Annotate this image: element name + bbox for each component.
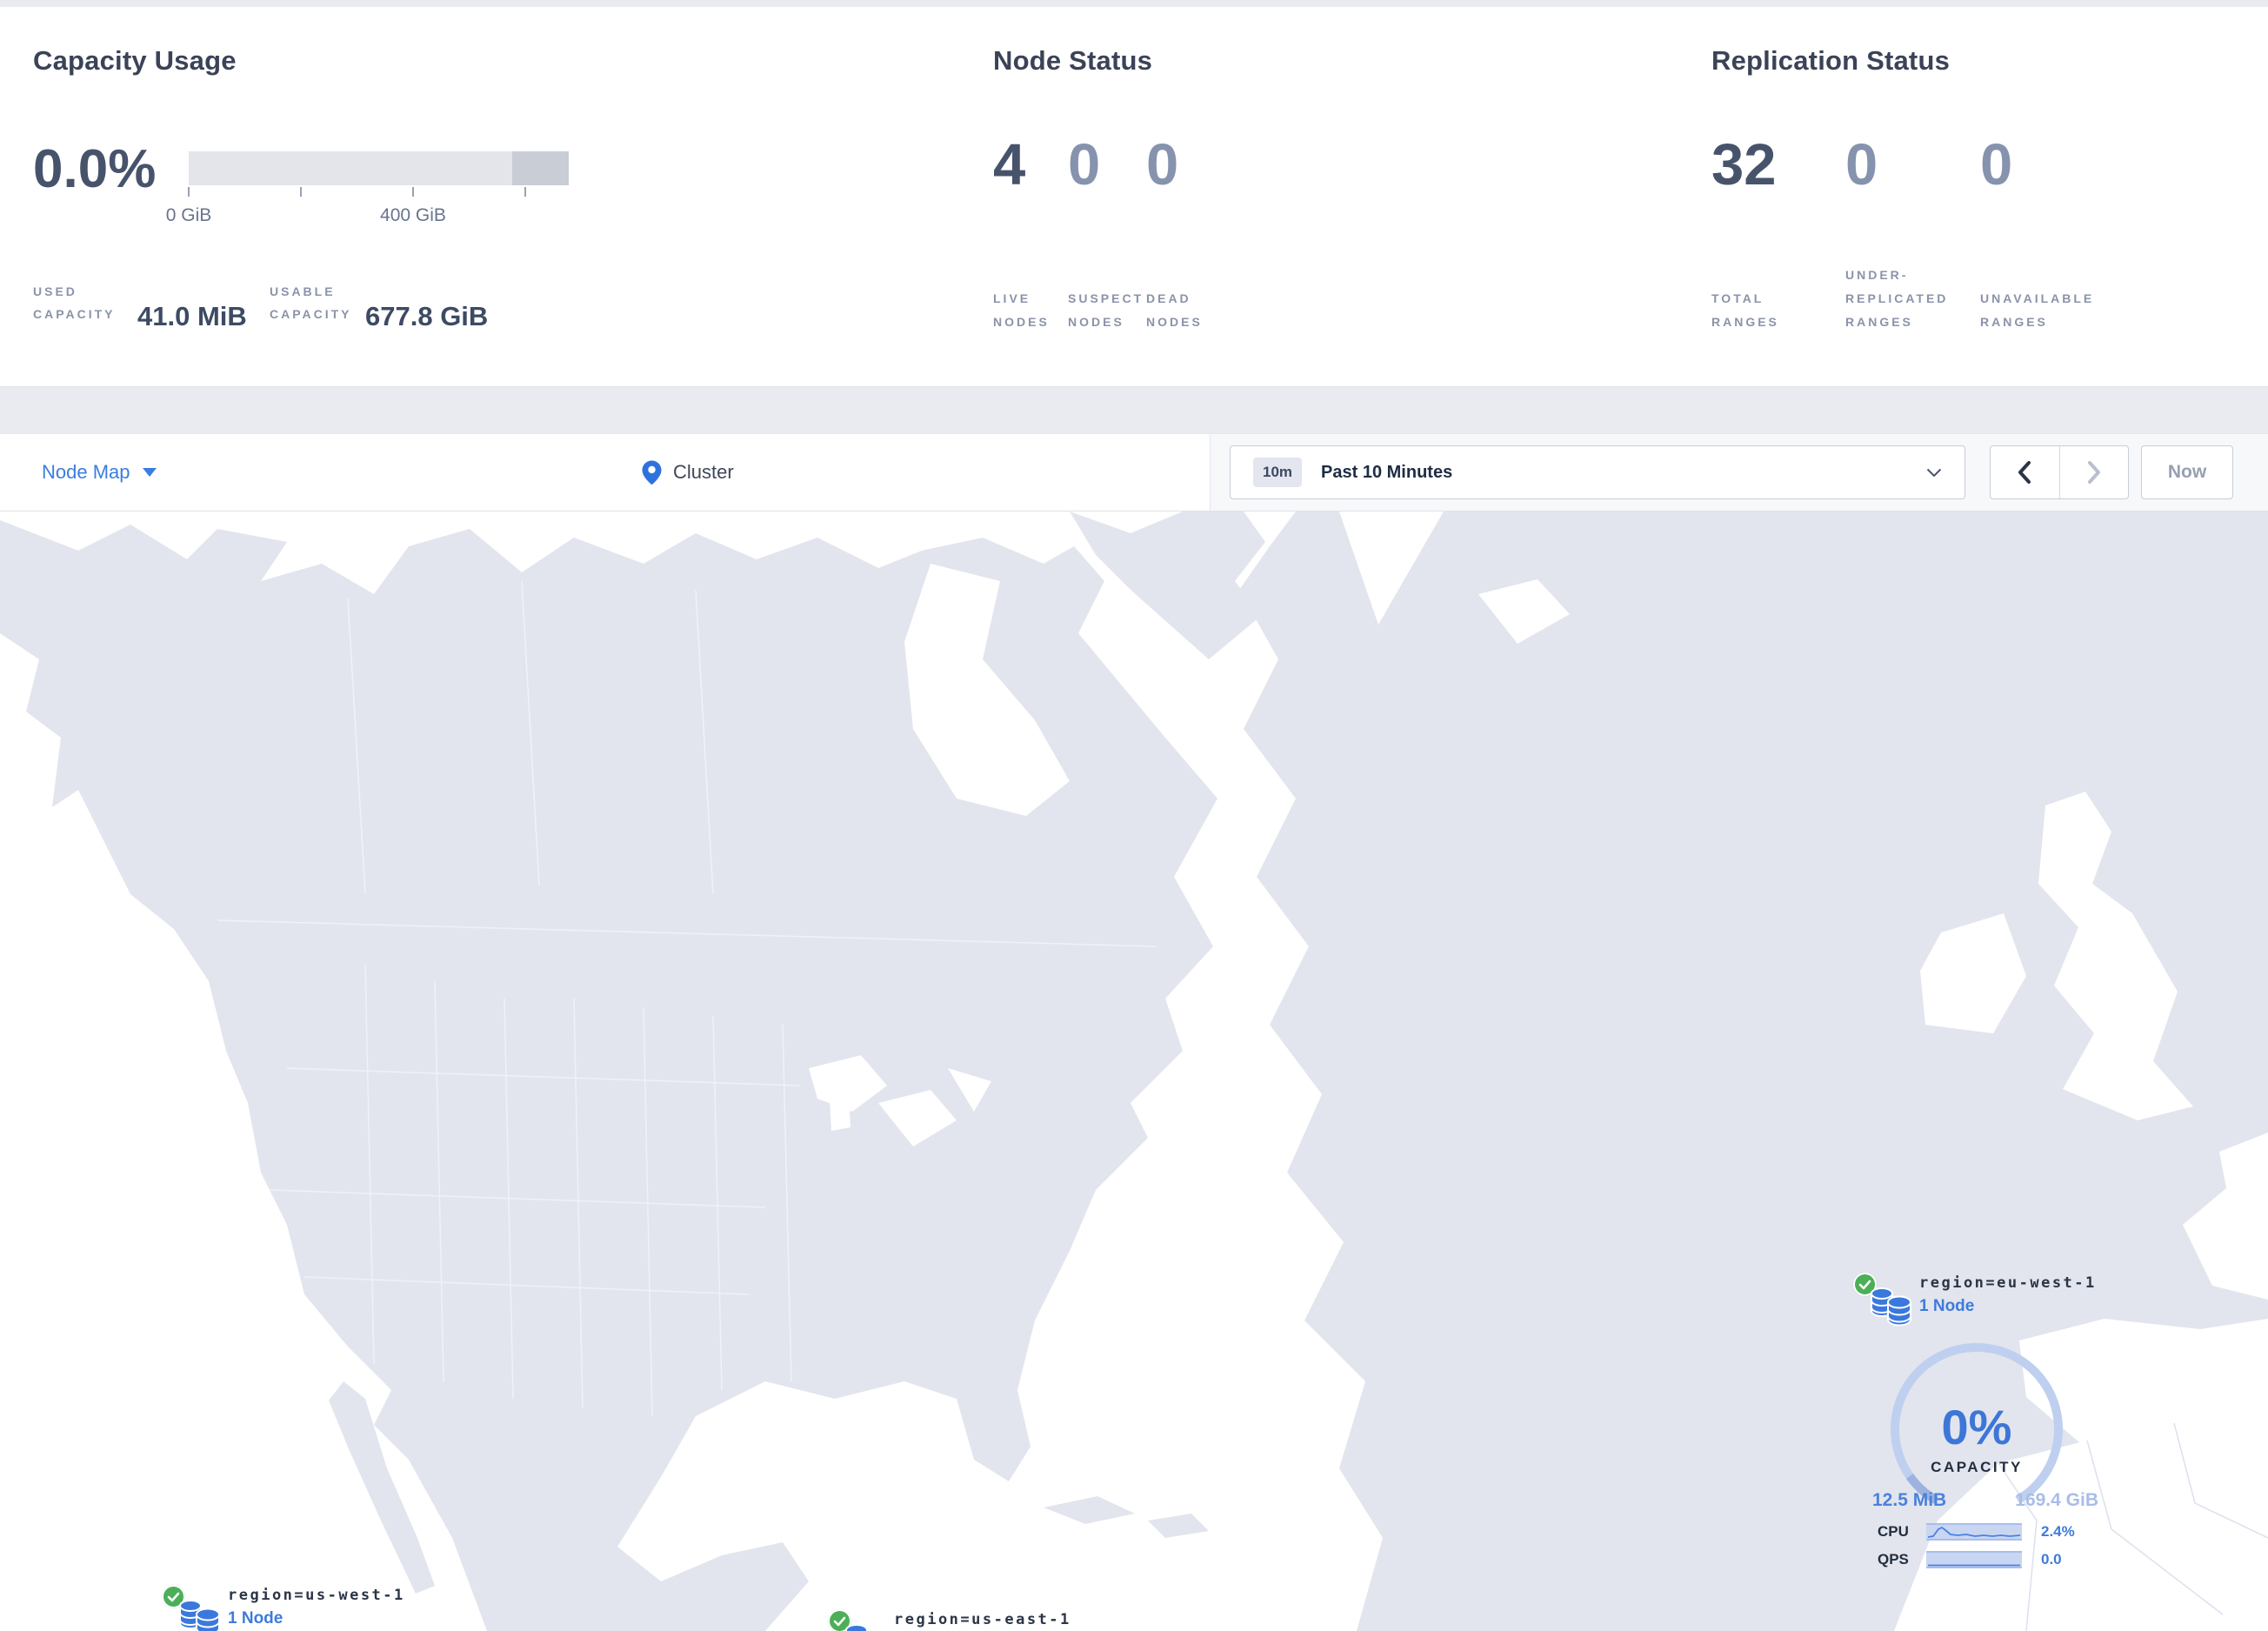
dead-nodes-count: 0 [1146,132,1179,197]
under-replicated-ranges-count: 0 [1845,132,1878,197]
cluster-summary-panel: Capacity Usage 0.0% 0 GiB 400 GiB USED C… [0,7,2268,387]
caret-down-icon [142,468,157,477]
capacity-bar-reserved-segment [512,151,569,185]
capacity-axis-tick [188,187,190,197]
capacity-label: CAPACITY [1931,1459,2023,1475]
chevron-down-icon [1926,468,1942,477]
region-marker-us-east-1[interactable]: region=us-east-1 2 Nodes 0% CAPACITY 16.… [821,1608,1082,1631]
region-label: region=eu-west-1 [1919,1274,2097,1292]
dead-nodes-label: DEAD NODES [1146,287,1203,334]
total-ranges-count: 32 [1711,132,1777,197]
node-count-label[interactable]: 1 Node [1919,1297,1974,1316]
capacity-usage-title: Capacity Usage [33,45,237,76]
under-replicated-ranges-label: UNDER- REPLICATED RANGES [1845,264,1948,334]
time-step-back-button[interactable] [1991,446,2060,498]
time-range-selector[interactable]: 10m Past 10 Minutes [1230,445,1965,499]
cpu-metric-row: CPU 2.4% [1878,1523,2075,1541]
total-ranges-label-line1: TOTAL [1711,291,1764,305]
suspect-nodes-label-line1: SUSPECT [1068,291,1144,305]
under-replicated-label-line2: REPLICATED [1845,291,1949,305]
time-range-label: Past 10 Minutes [1321,462,1453,482]
under-replicated-label-line1: UNDER- [1845,268,1909,282]
now-button[interactable]: Now [2141,445,2233,499]
caribbean-island [1148,1514,1209,1538]
capacity-axis-label-0: 0 GiB [165,205,212,225]
dead-nodes-label-line2: NODES [1146,315,1203,329]
replication-status-title: Replication Status [1711,45,1951,76]
node-count-label[interactable]: 1 Node [228,1609,283,1628]
capacity-axis-tick [300,187,302,197]
usable-capacity-label-line2: CAPACITY [270,307,352,321]
used-capacity-label-line1: USED [33,284,77,298]
chevron-right-icon [2087,461,2100,484]
total-ranges-label-line2: RANGES [1711,315,1779,329]
total-ranges-label: TOTAL RANGES [1711,287,1779,334]
north-america-landmass [0,520,1217,1631]
caribbean-island [1044,1496,1135,1524]
capacity-axis-tick [524,187,526,197]
database-stack-icon [179,1600,220,1631]
live-nodes-label: LIVE NODES [993,287,1050,334]
time-step-buttons [1990,445,2129,499]
cpu-label: CPU [1878,1523,1909,1540]
qps-label: QPS [1878,1551,1909,1567]
unavailable-ranges-label-line2: RANGES [1980,315,2048,329]
capacity-axis-tick [412,187,414,197]
usable-capacity-label-line1: USABLE [270,284,336,298]
capacity-used-percent: 0.0% [33,139,157,199]
view-selector-dropdown[interactable]: Node Map [42,434,157,511]
unavailable-ranges-label: UNAVAILABLE RANGES [1980,287,2094,334]
view-selector-label: Node Map [42,461,130,483]
live-nodes-count: 4 [993,132,1026,197]
suspect-nodes-count: 0 [1068,132,1101,197]
usable-capacity-value: 677.8 GiB [365,301,489,331]
unavailable-ranges-count: 0 [1980,132,2013,197]
chevron-left-icon [2018,461,2031,484]
breadcrumb[interactable]: Cluster [642,434,734,511]
cpu-sparkline [1926,1523,2022,1541]
great-lake [828,1065,850,1131]
unavailable-ranges-label-line1: UNAVAILABLE [1980,291,2095,305]
dead-nodes-label-line1: DEAD [1146,291,1191,305]
breadcrumb-label: Cluster [673,461,734,483]
database-stack-icon [845,1624,868,1631]
suspect-nodes-label: SUSPECT NODES [1068,287,1144,334]
region-label: region=us-west-1 [228,1587,405,1604]
time-range-badge: 10m [1253,458,1303,487]
capacity-percent: 0% [1941,1400,2012,1454]
used-capacity: 12.5 MiB [1872,1490,1947,1510]
map-toolbar: Node Map Cluster 10m Past 10 Minutes Now [0,433,2268,511]
map-pin-icon [642,460,662,485]
region-label: region=us-east-1 [894,1611,1071,1628]
live-nodes-label-line2: NODES [993,315,1050,329]
used-capacity-label: USED CAPACITY [33,280,116,325]
database-stack-icon [1871,1287,1911,1327]
under-replicated-label-line3: RANGES [1845,315,1913,329]
node-status-title: Node Status [993,45,1153,76]
live-nodes-label-line1: LIVE [993,291,1031,305]
used-capacity-label-line2: CAPACITY [33,307,116,321]
cpu-value: 2.4% [2041,1523,2075,1540]
region-marker-eu-west-1[interactable]: region=eu-west-1 1 Node 0% CAPACITY 12.5… [1846,1271,2107,1568]
qps-sparkline [1926,1551,2022,1568]
total-capacity: 169.4 GiB [2015,1490,2098,1510]
suspect-nodes-label-line2: NODES [1068,315,1124,329]
capacity-axis-label-400: 400 GiB [380,205,446,225]
qps-value: 0.0 [2041,1551,2062,1567]
region-marker-us-west-1[interactable]: region=us-west-1 1 Node 0% CAPACITY 12.2… [155,1583,416,1631]
capacity-bar [189,151,569,185]
toolbar-left-section: Node Map Cluster [0,434,1211,511]
usable-capacity-label: USABLE CAPACITY [270,280,352,325]
node-map[interactable]: region=us-west-1 1 Node 0% CAPACITY 12.2… [0,511,2268,1631]
qps-metric-row: QPS 0.0 [1878,1551,2062,1568]
used-capacity-value: 41.0 MiB [137,301,247,331]
time-step-forward-button[interactable] [2060,446,2129,498]
